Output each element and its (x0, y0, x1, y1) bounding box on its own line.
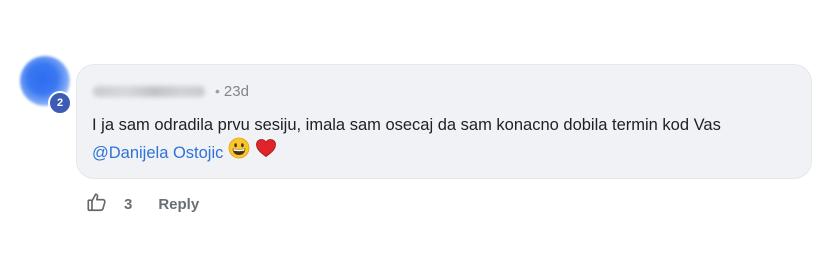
reply-button[interactable]: Reply (158, 196, 199, 213)
author-name[interactable] (93, 85, 205, 97)
comment-header: • 23d (93, 81, 249, 101)
comment-text: I ja sam odradila prvu sesiju, imala sam… (92, 116, 721, 134)
comment-thread: 2 • 23d I ja sam odradila prvu sesiju, i… (0, 0, 828, 276)
comment-actions: 3 Reply (86, 192, 199, 216)
red-heart-icon (255, 137, 277, 168)
grinning-face-icon (228, 137, 250, 168)
thumbs-up-icon[interactable] (86, 191, 108, 218)
like-count: 3 (124, 195, 133, 213)
avatar-badge: 2 (48, 91, 72, 115)
separator-dot: • (215, 83, 220, 99)
comment-body: I ja sam odradila prvu sesiju, imala sam… (92, 111, 795, 168)
timestamp[interactable]: 23d (224, 83, 249, 100)
mention-link[interactable]: @Danijela Ostojic (92, 144, 223, 162)
like-button[interactable]: 3 (86, 191, 132, 218)
comment-bubble: • 23d I ja sam odradila prvu sesiju, ima… (76, 64, 812, 179)
